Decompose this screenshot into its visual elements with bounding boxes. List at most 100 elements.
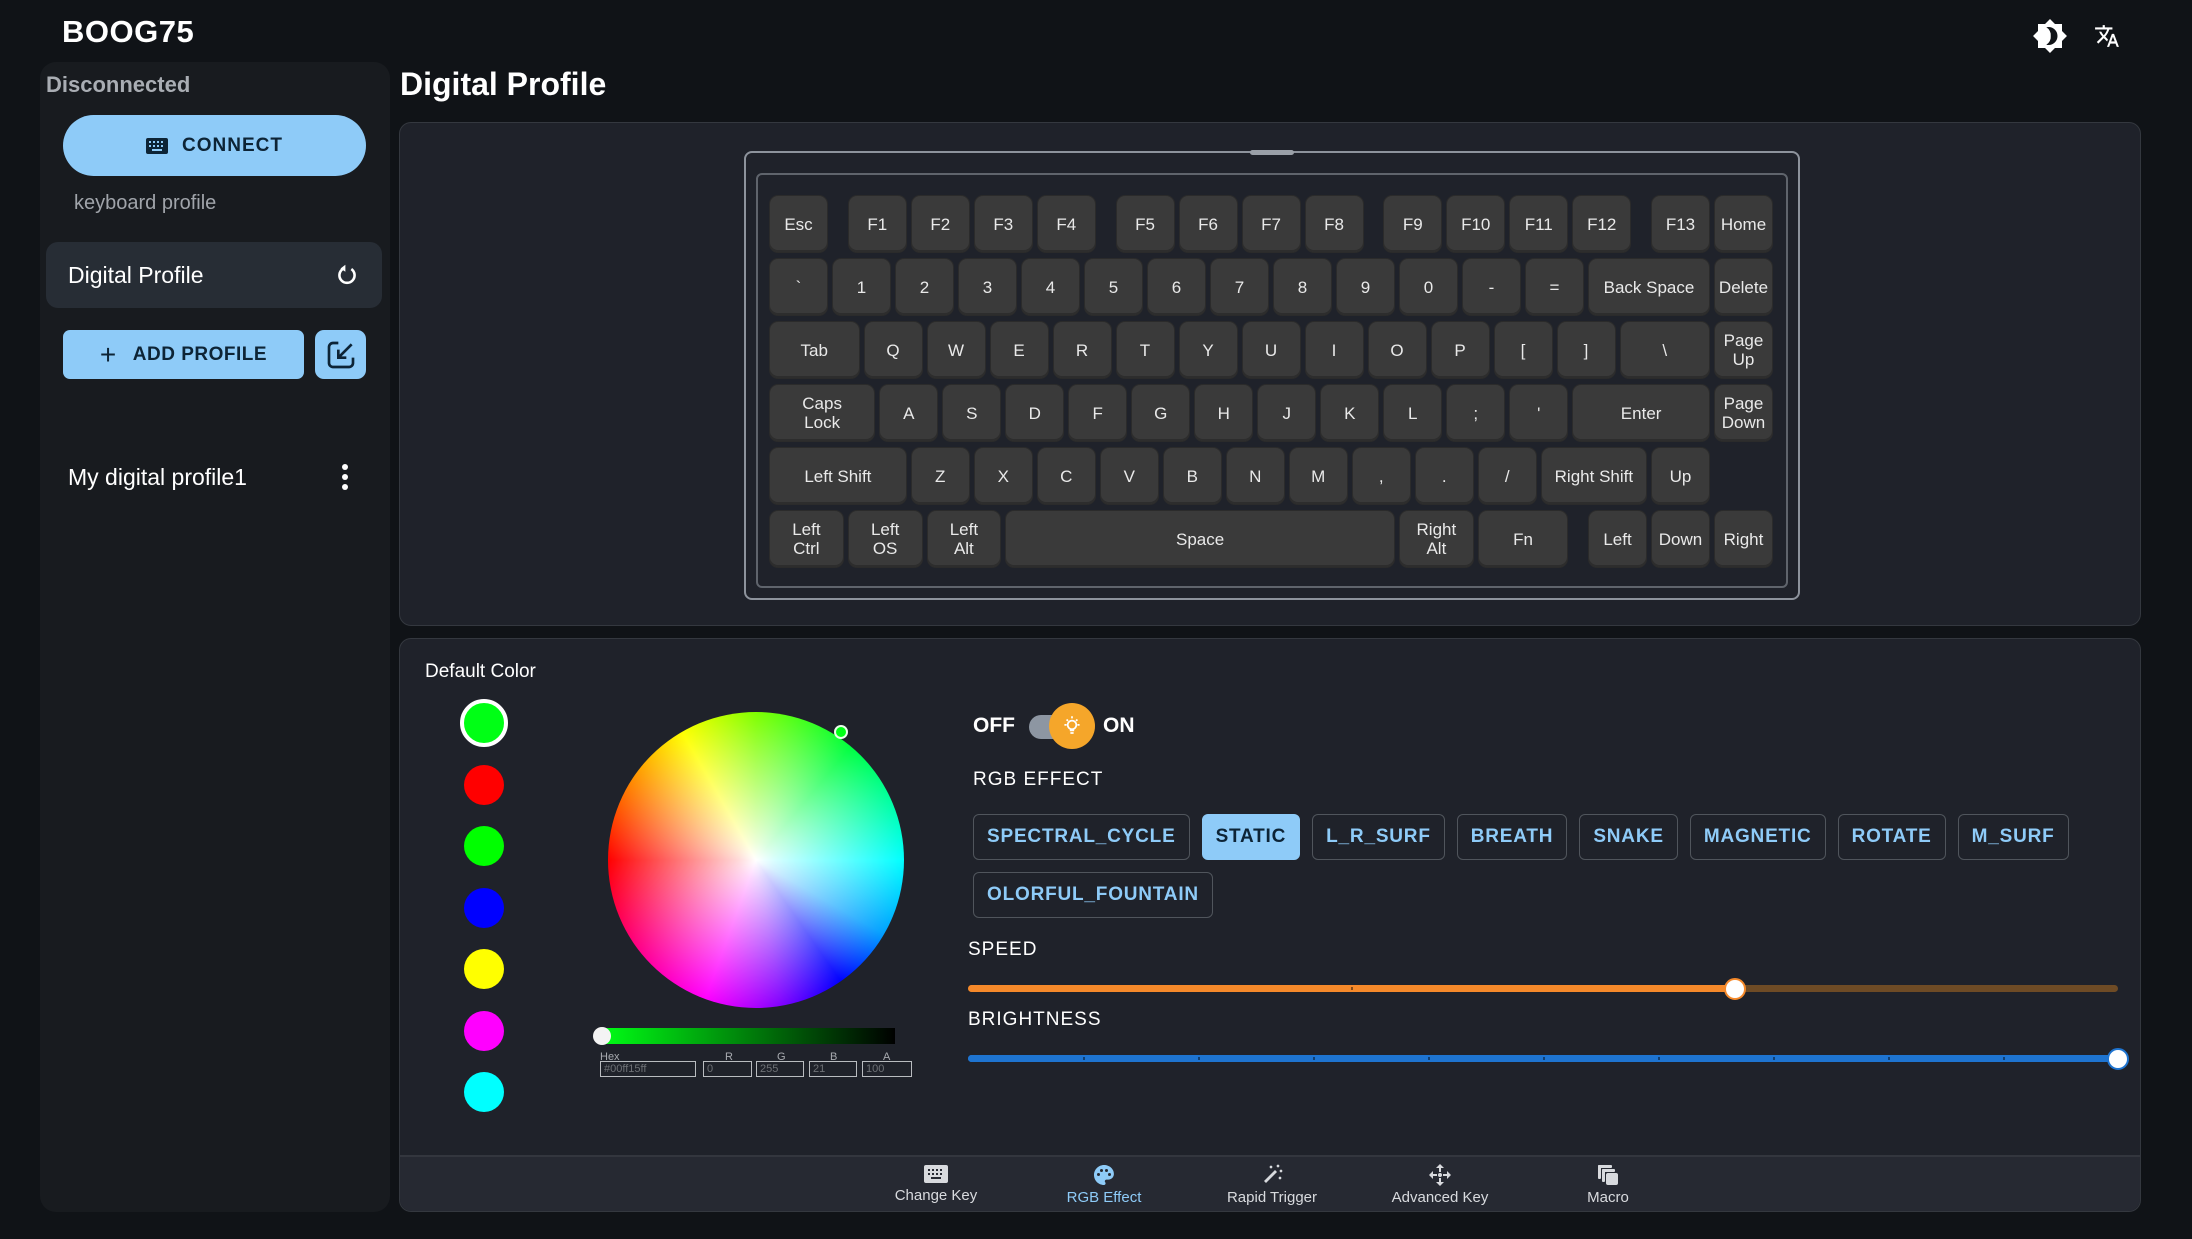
key[interactable]: F3 [974, 196, 1032, 252]
hex-input[interactable] [600, 1061, 696, 1077]
key[interactable]: F1 [848, 196, 906, 252]
key[interactable]: 5 [1085, 259, 1142, 315]
color-swatch[interactable] [464, 1072, 504, 1112]
key[interactable]: Q [864, 322, 922, 378]
reset-icon[interactable] [334, 262, 360, 288]
key[interactable]: Tab [770, 322, 859, 378]
key[interactable]: Space [1006, 511, 1394, 567]
color-swatch[interactable] [464, 764, 504, 805]
key[interactable]: X [974, 448, 1032, 504]
effect-button[interactable]: L_R_SURF [1312, 814, 1445, 860]
effect-button[interactable]: MAGNETIC [1689, 814, 1826, 860]
nav-advanced-key[interactable]: Advanced Key [1370, 1163, 1510, 1206]
key[interactable]: L [1384, 385, 1442, 441]
brightness-slider[interactable] [968, 1044, 2129, 1074]
key[interactable]: Left Alt [927, 511, 1001, 567]
key[interactable]: M [1289, 448, 1347, 504]
key[interactable]: N [1226, 448, 1284, 504]
g-input[interactable] [756, 1061, 804, 1077]
key[interactable]: V [1100, 448, 1158, 504]
nav-change-key[interactable]: Change Key [866, 1163, 1006, 1204]
key[interactable]: U [1242, 322, 1300, 378]
color-swatch[interactable] [464, 949, 504, 989]
key[interactable]: 8 [1274, 259, 1331, 315]
key[interactable]: Right Shift [1541, 448, 1646, 504]
key[interactable]: Left OS [848, 511, 922, 567]
color-swatch[interactable] [464, 826, 504, 866]
key[interactable]: Esc [770, 196, 827, 252]
key[interactable]: \ [1620, 322, 1709, 378]
slider-thumb[interactable] [1723, 978, 1746, 1000]
key[interactable]: . [1415, 448, 1473, 504]
r-input[interactable] [703, 1061, 752, 1077]
key[interactable]: T [1116, 322, 1174, 378]
import-profile-button[interactable] [315, 330, 366, 379]
profile-list-item[interactable]: My digital profile1 [46, 452, 382, 502]
key[interactable]: Page Down [1715, 385, 1772, 441]
key[interactable]: 1 [833, 259, 890, 315]
key[interactable]: 3 [959, 259, 1016, 315]
key[interactable]: S [943, 385, 1001, 441]
key[interactable]: 2 [896, 259, 953, 315]
key[interactable]: ; [1447, 385, 1505, 441]
key[interactable]: Home [1715, 196, 1772, 252]
speed-slider[interactable] [968, 974, 2118, 1004]
color-swatch[interactable] [464, 887, 504, 928]
key[interactable]: Left [1589, 511, 1646, 567]
key[interactable]: F7 [1242, 196, 1300, 252]
key[interactable]: R [1053, 322, 1111, 378]
key[interactable]: G [1132, 385, 1190, 441]
effect-button[interactable]: BREATH [1456, 814, 1568, 860]
key[interactable]: B [1163, 448, 1221, 504]
key[interactable]: F2 [911, 196, 969, 252]
key[interactable]: Down [1652, 511, 1709, 567]
key[interactable]: 4 [1022, 259, 1079, 315]
key[interactable]: J [1258, 385, 1316, 441]
key[interactable]: Up [1652, 448, 1709, 504]
key[interactable]: E [990, 322, 1048, 378]
key[interactable]: F9 [1384, 196, 1442, 252]
key[interactable]: D [1006, 385, 1064, 441]
key[interactable]: - [1463, 259, 1520, 315]
key[interactable]: A [880, 385, 938, 441]
key[interactable]: F13 [1652, 196, 1709, 252]
alpha-slider-thumb[interactable] [593, 1027, 611, 1045]
key[interactable]: Delete [1715, 259, 1772, 315]
key[interactable]: P [1431, 322, 1489, 378]
active-profile-item[interactable]: Digital Profile [46, 242, 382, 308]
key[interactable]: F4 [1037, 196, 1095, 252]
key[interactable]: [ [1494, 322, 1552, 378]
add-profile-button[interactable]: + ADD PROFILE [63, 330, 304, 379]
language-button[interactable] [2087, 16, 2127, 56]
key[interactable]: Enter [1573, 385, 1709, 441]
key[interactable]: 7 [1211, 259, 1268, 315]
key[interactable]: Right Alt [1400, 511, 1473, 567]
key[interactable]: Caps Lock [770, 385, 875, 441]
key[interactable]: Back Space [1589, 259, 1709, 315]
key[interactable]: Left Ctrl [770, 511, 843, 567]
key[interactable]: F12 [1573, 196, 1631, 252]
key[interactable]: Y [1179, 322, 1237, 378]
key[interactable]: ' [1510, 385, 1568, 441]
key[interactable]: Fn [1478, 511, 1568, 567]
connect-button[interactable]: CONNECT [63, 115, 366, 176]
key[interactable]: F [1069, 385, 1127, 441]
key[interactable]: , [1352, 448, 1410, 504]
alpha-slider[interactable] [593, 1027, 895, 1045]
a-input[interactable] [862, 1061, 912, 1077]
key[interactable]: I [1305, 322, 1363, 378]
key[interactable]: Page Up [1715, 322, 1772, 378]
lighting-toggle[interactable] [1025, 703, 1095, 749]
color-swatch[interactable] [460, 699, 508, 747]
key[interactable]: 9 [1337, 259, 1394, 315]
color-wheel-thumb[interactable] [834, 725, 848, 739]
color-swatch[interactable] [464, 1010, 504, 1051]
key[interactable]: O [1368, 322, 1426, 378]
color-wheel[interactable] [608, 712, 904, 1008]
key[interactable]: / [1478, 448, 1536, 504]
slider-thumb[interactable] [2107, 1048, 2129, 1070]
effect-button[interactable]: M_SURF [1957, 814, 2069, 860]
key[interactable]: Z [911, 448, 969, 504]
key[interactable]: Right [1715, 511, 1772, 567]
effect-button[interactable]: STATIC [1201, 814, 1301, 860]
